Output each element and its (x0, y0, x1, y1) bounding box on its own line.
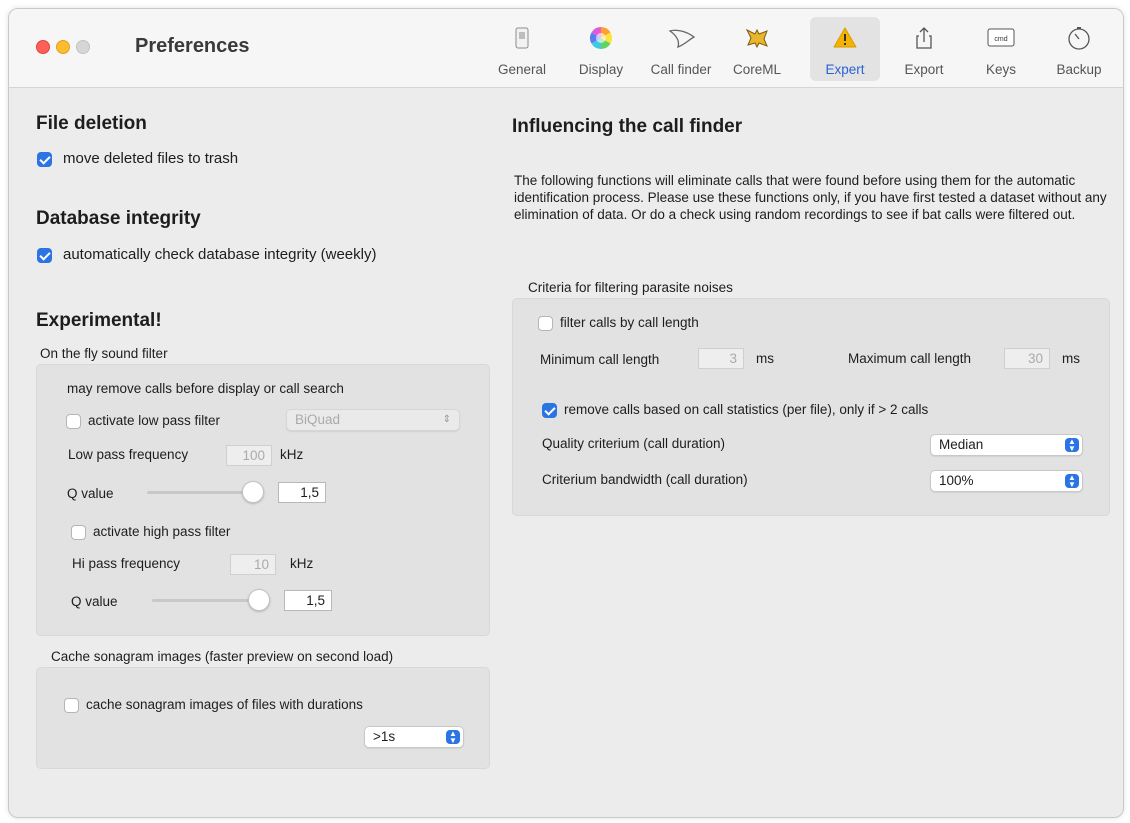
max-length-field[interactable]: 30 (1004, 348, 1050, 369)
tab-label: General (497, 62, 547, 77)
tab-label: CoreML (732, 62, 781, 77)
lowpass-label[interactable]: activate low pass filter (88, 413, 220, 428)
cache-title: Cache sonagram images (faster preview on… (51, 649, 394, 664)
lowpass-frequency-field[interactable]: 100 (226, 445, 272, 466)
lowpass-type-value: BiQuad (295, 412, 341, 427)
bat-yellow-icon (744, 25, 770, 51)
highpass-q-field[interactable]: 1,5 (284, 590, 332, 611)
max-length-label: Maximum call length (848, 351, 972, 366)
cache-label[interactable]: cache sonagram images of files with dura… (86, 697, 363, 712)
call-finder-description: The following functions will eliminate c… (514, 173, 1107, 222)
highpass-frequency-field[interactable]: 10 (230, 554, 276, 575)
min-length-label: Minimum call length (540, 352, 660, 367)
color-wheel-icon (588, 25, 614, 51)
quality-criterium-label: Quality criterium (call duration) (542, 436, 726, 451)
highpass-frequency-unit: kHz (290, 556, 314, 571)
highpass-q-slider-knob[interactable] (248, 589, 270, 611)
call-statistics-checkbox[interactable] (542, 403, 557, 418)
chevron-updown-icon: ▲ ▼ (446, 730, 460, 745)
criterium-bandwidth-label: Criterium bandwidth (call duration) (542, 472, 748, 487)
chevron-updown-icon: ⇕ (442, 414, 451, 425)
tab-export[interactable]: Export (889, 17, 959, 81)
criteria-box: filter calls by call length Minimum call… (512, 298, 1110, 516)
tab-display[interactable]: Display (566, 17, 636, 81)
close-window-button[interactable] (36, 40, 50, 54)
lowpass-frequency-unit: kHz (280, 447, 304, 462)
tab-general[interactable]: General (487, 17, 557, 81)
lowpass-q-label: Q value (67, 486, 114, 501)
preferences-window: Preferences General Display Call finder … (8, 8, 1124, 818)
cache-checkbox[interactable] (64, 698, 79, 713)
sound-filter-note: may remove calls before display or call … (67, 381, 344, 396)
tab-coreml[interactable]: CoreML (722, 17, 792, 81)
lowpass-q-field[interactable]: 1,5 (278, 482, 326, 503)
lowpass-type-popup[interactable]: BiQuad ⇕ (286, 409, 460, 431)
sound-filter-title: On the fly sound filter (40, 346, 168, 361)
filter-length-checkbox[interactable] (538, 316, 553, 331)
general-switch-icon (509, 25, 535, 51)
minimize-window-button[interactable] (56, 40, 70, 54)
lowpass-frequency-label: Low pass frequency (68, 447, 189, 462)
criterium-bandwidth-value: 100% (939, 473, 974, 488)
tab-label: Export (904, 62, 944, 77)
chevron-updown-icon: ▲ ▼ (1065, 474, 1079, 489)
check-integrity-checkbox[interactable] (37, 248, 52, 263)
criteria-title: Criteria for filtering parasite noises (528, 280, 733, 295)
min-length-unit: ms (756, 351, 774, 366)
cache-box: cache sonagram images of files with dura… (36, 667, 490, 769)
highpass-checkbox[interactable] (71, 525, 86, 540)
tab-backup[interactable]: Backup (1044, 17, 1114, 81)
tab-label: Display (578, 62, 624, 77)
cmd-key-icon: cmd (986, 25, 1016, 51)
lowpass-checkbox[interactable] (66, 414, 81, 429)
move-to-trash-checkbox[interactable] (37, 152, 52, 167)
experimental-heading: Experimental! (36, 310, 162, 331)
call-finder-heading: Influencing the call finder (512, 116, 743, 137)
cache-duration-value: >1s (373, 729, 396, 744)
call-statistics-label[interactable]: remove calls based on call statistics (p… (564, 402, 928, 417)
tab-expert[interactable]: Expert (810, 17, 880, 81)
cache-duration-popup[interactable]: >1s ▲ ▼ (364, 726, 464, 748)
sound-filter-box: may remove calls before display or call … (36, 364, 490, 636)
bat-outline-icon (668, 25, 696, 51)
criterium-bandwidth-popup[interactable]: 100% ▲ ▼ (930, 470, 1083, 492)
chevron-updown-icon: ▲ ▼ (1065, 438, 1079, 453)
quality-criterium-popup[interactable]: Median ▲ ▼ (930, 434, 1083, 456)
check-integrity-label[interactable]: automatically check database integrity (… (63, 246, 376, 263)
warning-icon (832, 25, 858, 51)
timer-icon (1066, 25, 1092, 51)
filter-length-label[interactable]: filter calls by call length (560, 315, 699, 330)
window-title: Preferences (135, 35, 250, 57)
move-to-trash-label[interactable]: move deleted files to trash (63, 150, 238, 167)
tab-label: Backup (1056, 62, 1102, 77)
toolbar: Preferences General Display Call finder … (9, 9, 1123, 88)
highpass-q-label: Q value (71, 594, 118, 609)
svg-text:cmd: cmd (994, 36, 1007, 43)
lowpass-q-slider-knob[interactable] (242, 481, 264, 503)
min-length-field[interactable]: 3 (698, 348, 744, 369)
share-icon (911, 25, 937, 51)
file-deletion-heading: File deletion (36, 113, 147, 134)
highpass-label[interactable]: activate high pass filter (93, 524, 230, 539)
tab-label: Keys (985, 62, 1016, 77)
tab-label: Call finder (650, 62, 712, 77)
tab-keys[interactable]: cmd Keys (966, 17, 1036, 81)
quality-criterium-value: Median (939, 437, 984, 452)
highpass-frequency-label: Hi pass frequency (72, 556, 181, 571)
database-integrity-heading: Database integrity (36, 208, 201, 229)
tab-call-finder[interactable]: Call finder (646, 17, 716, 81)
max-length-unit: ms (1062, 351, 1080, 366)
tab-label: Expert (825, 62, 865, 77)
zoom-window-button[interactable] (76, 40, 90, 54)
